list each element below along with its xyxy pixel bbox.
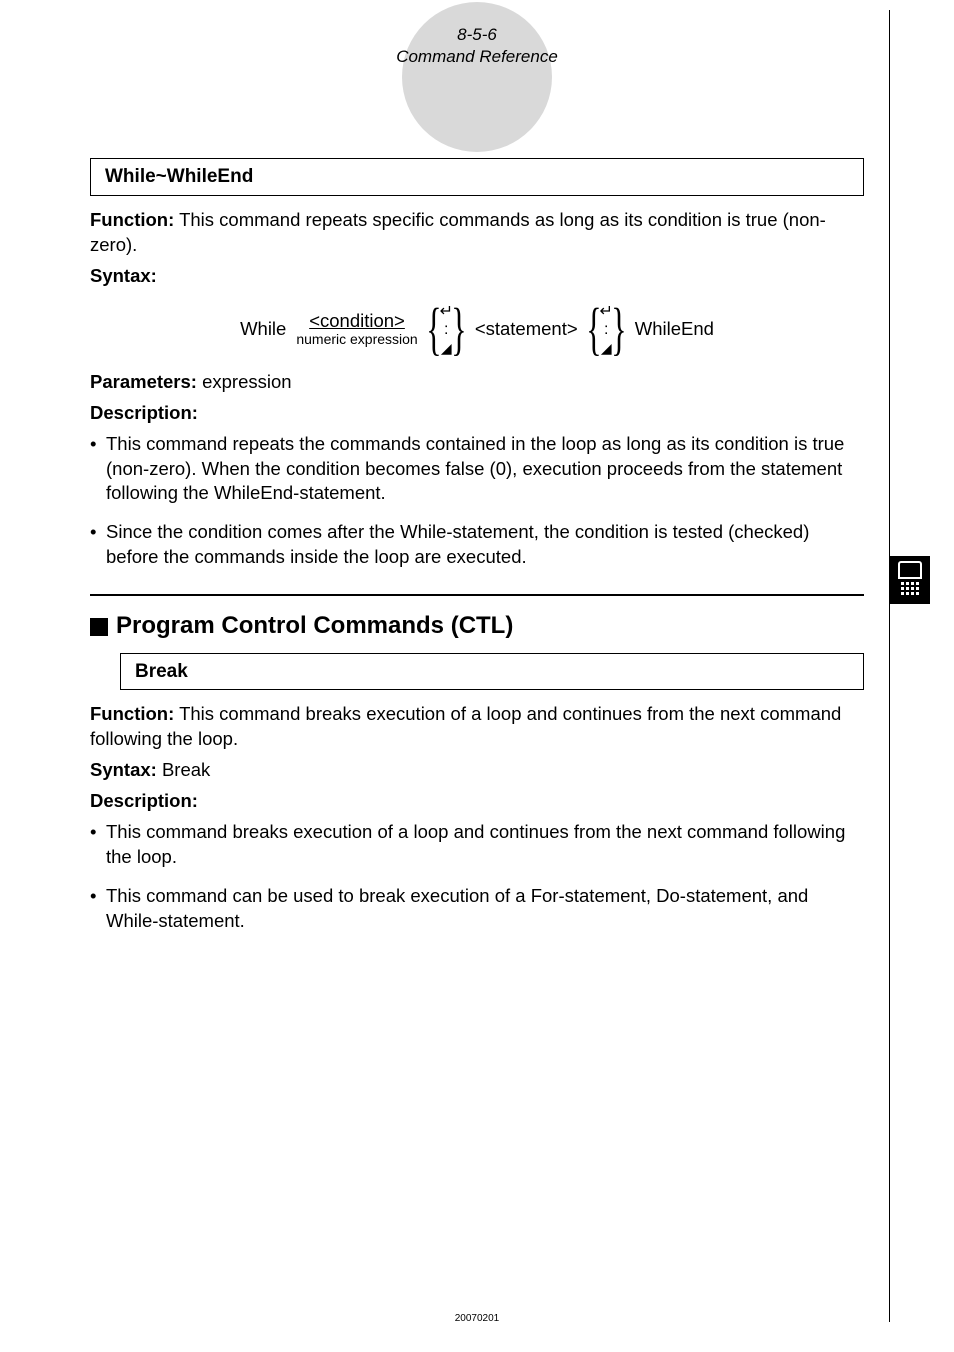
condition-stack: <condition> numeric expression (296, 311, 417, 347)
numeric-text: numeric expression (296, 332, 417, 347)
brace-group-1: { ↵ : ◢ } (428, 303, 465, 356)
header-text: 8-5-6 Command Reference (0, 24, 954, 68)
calculator-icon (890, 556, 930, 604)
desc-label: Description: (90, 401, 864, 426)
params-para: Parameters: expression (90, 370, 864, 395)
condition-text: <condition> (309, 311, 405, 331)
break-bullet-1: This command breaks execution of a loop … (90, 820, 864, 870)
break-syntax-label: Syntax: (90, 759, 157, 780)
colon-1: : (444, 321, 448, 339)
square-bullet-icon (90, 618, 108, 636)
while-command-box: While~WhileEnd (90, 158, 864, 196)
break-command-name: Break (135, 661, 188, 682)
right-brace-1: } (451, 306, 466, 352)
whileend-keyword: WhileEnd (635, 317, 714, 342)
params-text: expression (197, 371, 292, 392)
page-header: 8-5-6 Command Reference (0, 0, 954, 68)
brace-group-2: { ↵ : ◢ } (588, 303, 625, 356)
while-bullets: This command repeats the commands contai… (90, 432, 864, 571)
main-content: While~WhileEnd Function: This command re… (0, 68, 954, 934)
syntax-label: Syntax: (90, 264, 864, 289)
calc-keypad-icon (901, 582, 919, 595)
while-function-para: Function: This command repeats specific … (90, 208, 864, 258)
left-brace-2: { (586, 306, 601, 352)
triangle-icon-2: ◢ (601, 340, 612, 356)
function-text: This command repeats specific commands a… (90, 209, 826, 255)
while-bullet-1: This command repeats the commands contai… (90, 432, 864, 507)
while-keyword: While (240, 317, 286, 342)
calc-screen-icon (898, 561, 922, 579)
footer-date: 20070201 (0, 1313, 954, 1324)
break-function-label: Function: (90, 703, 174, 724)
break-function-text: This command breaks execution of a loop … (90, 703, 841, 749)
break-bullet-2: This command can be used to break execut… (90, 884, 864, 934)
break-bullets: This command breaks execution of a loop … (90, 820, 864, 934)
while-bullet-2: Since the condition comes after the Whil… (90, 520, 864, 570)
page-number: 8-5-6 (0, 24, 954, 46)
break-function-para: Function: This command breaks execution … (90, 702, 864, 752)
left-brace-1: { (426, 306, 441, 352)
statement-text: <statement> (475, 317, 578, 342)
function-label: Function: (90, 209, 174, 230)
ctl-title-text: Program Control Commands (CTL) (116, 610, 513, 642)
right-brace-2: } (611, 306, 626, 352)
while-syntax-diagram: While <condition> numeric expression { ↵… (90, 303, 864, 356)
break-syntax-text: Break (157, 759, 210, 780)
params-label: Parameters: (90, 371, 197, 392)
break-syntax-para: Syntax: Break (90, 758, 864, 783)
while-command-name: While~WhileEnd (105, 166, 253, 187)
section-divider (90, 594, 864, 596)
right-margin-rule (889, 10, 890, 1322)
colon-2: : (604, 321, 608, 339)
break-command-box: Break (120, 653, 864, 691)
ctl-section-title: Program Control Commands (CTL) (90, 610, 864, 642)
header-title: Command Reference (0, 46, 954, 68)
break-desc-label: Description: (90, 789, 864, 814)
triangle-icon-1: ◢ (441, 340, 452, 356)
